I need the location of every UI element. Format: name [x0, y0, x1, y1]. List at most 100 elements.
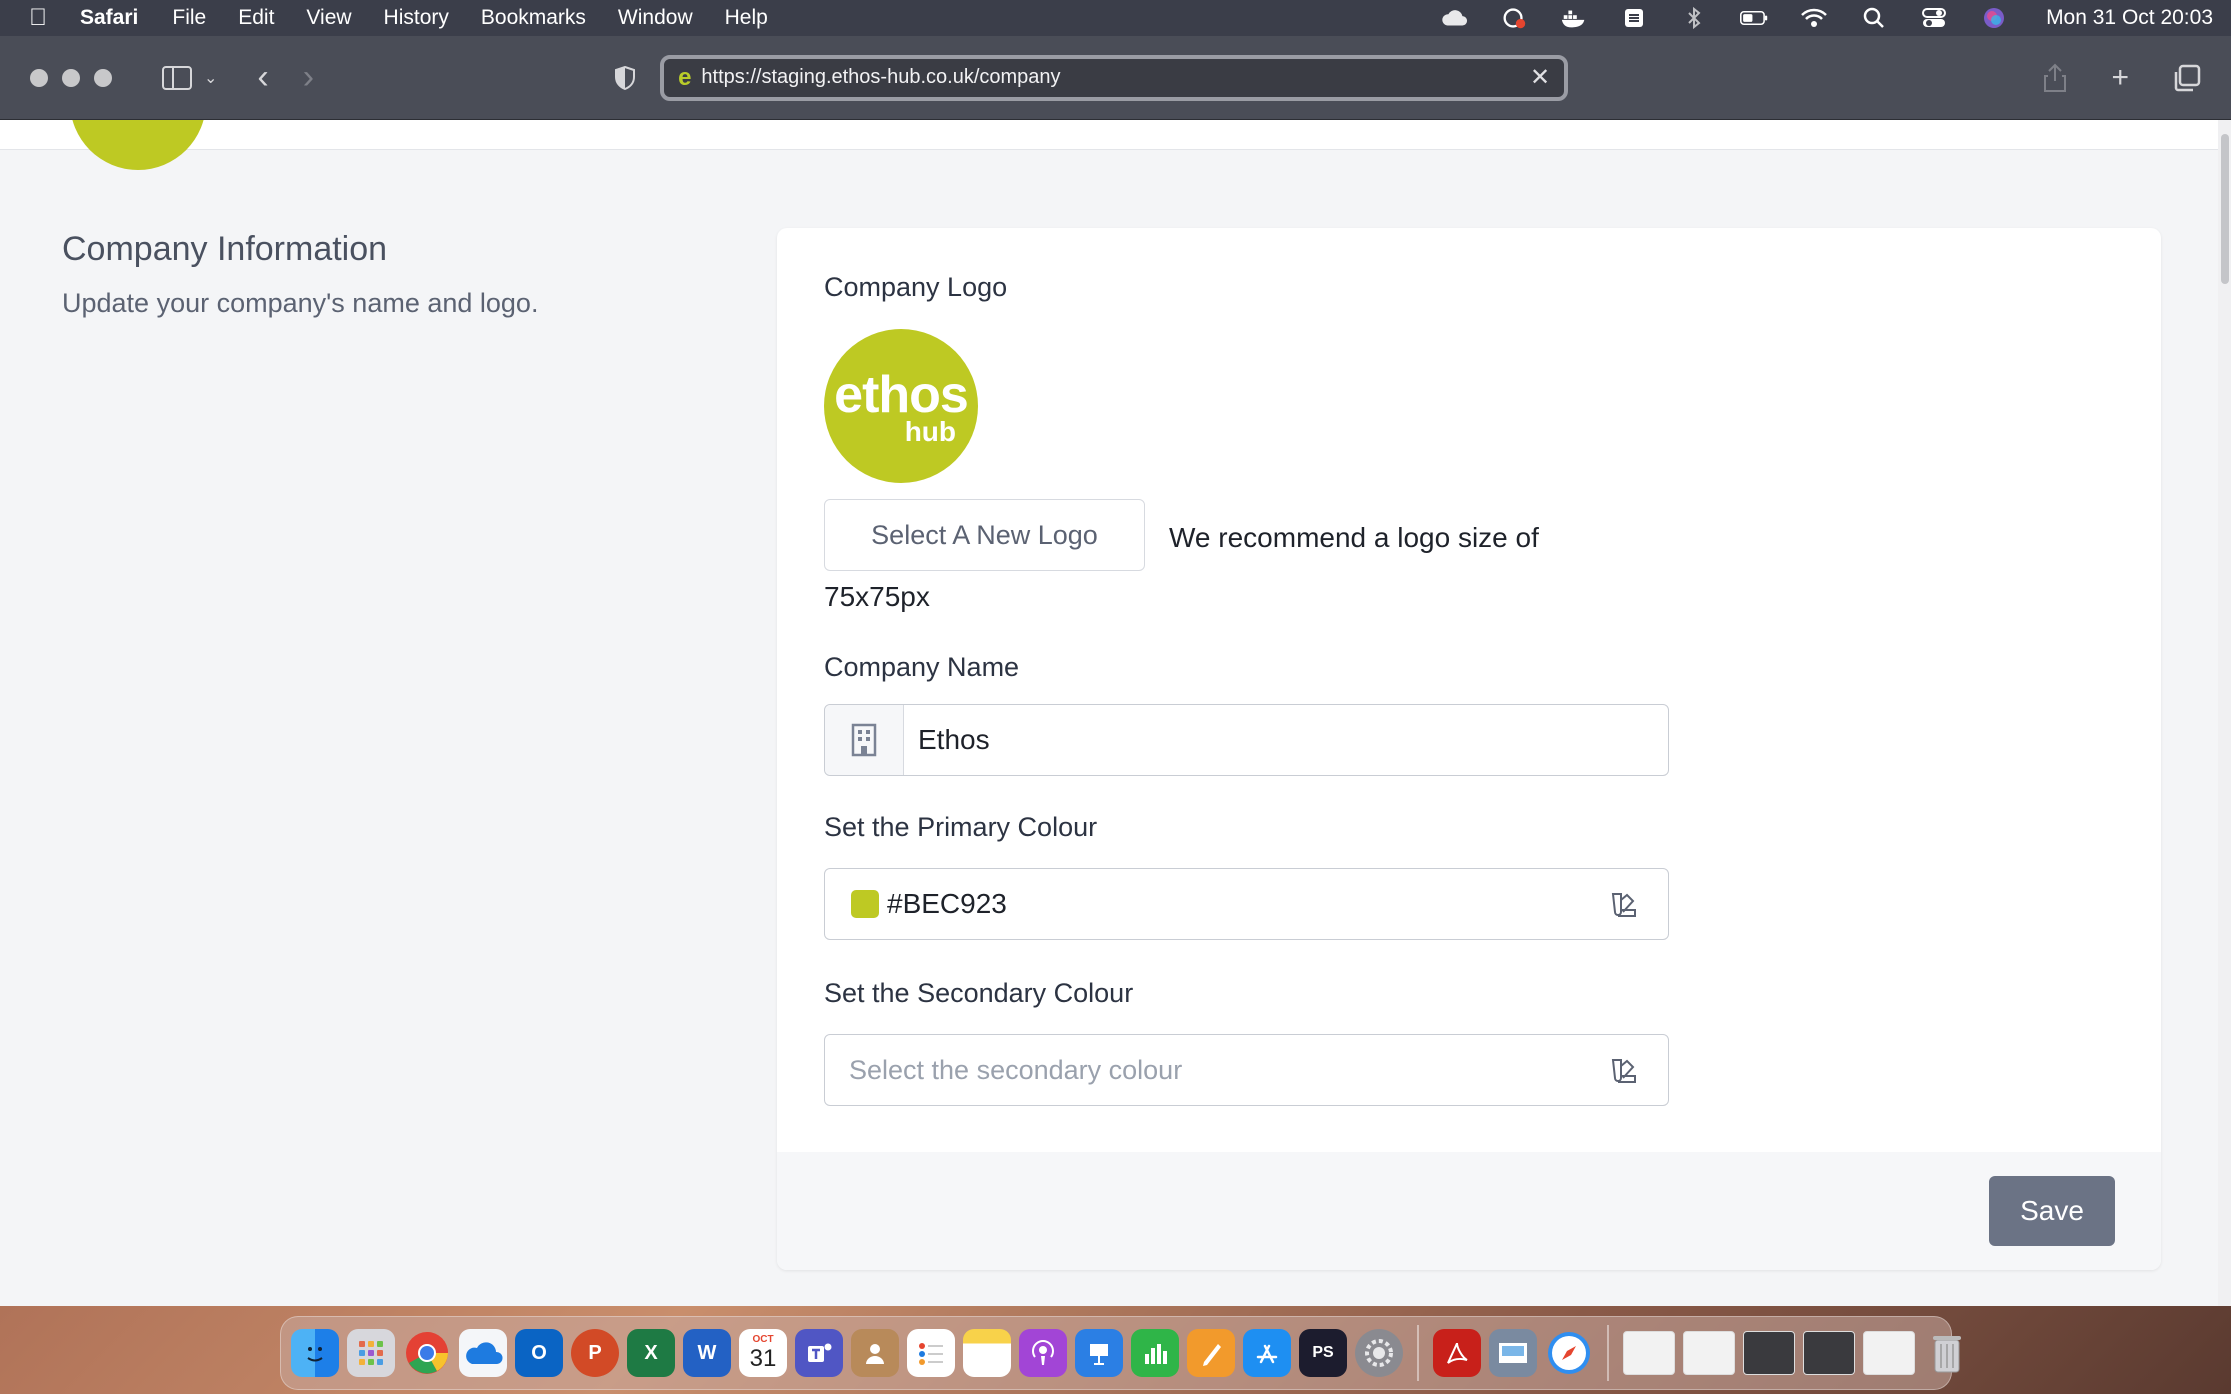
share-icon[interactable] — [2043, 63, 2067, 93]
apple-menu-icon[interactable]:  — [18, 4, 58, 32]
menu-file[interactable]: File — [172, 6, 206, 30]
menu-app-name[interactable]: Safari — [80, 6, 138, 30]
acrobat-icon[interactable] — [1433, 1329, 1481, 1377]
chevron-down-icon[interactable]: ⌄ — [204, 68, 217, 88]
spotlight-icon[interactable] — [1860, 6, 1888, 30]
company-name-input[interactable] — [904, 705, 1668, 775]
building-icon — [825, 705, 904, 775]
dock-minimized-window[interactable] — [1863, 1331, 1915, 1375]
chrome-icon[interactable] — [403, 1329, 451, 1377]
clear-url-icon[interactable]: ✕ — [1530, 63, 1550, 92]
onedrive-icon[interactable] — [459, 1329, 507, 1377]
dock-minimized-window[interactable] — [1623, 1331, 1675, 1375]
primary-colour-label: Set the Primary Colour — [824, 812, 1098, 842]
bluetooth-icon[interactable] — [1680, 6, 1708, 30]
colour-picker-icon[interactable] — [1610, 890, 1638, 918]
web-content: Company Information Update your company'… — [0, 120, 2231, 1306]
keynote-icon[interactable] — [1075, 1329, 1123, 1377]
notes-icon[interactable] — [963, 1329, 1011, 1377]
company-logo-label: Company Logo — [824, 272, 1008, 302]
macos-menu-bar:  Safari File Edit View History Bookmark… — [0, 0, 2231, 36]
secondary-colour-input[interactable]: Select the secondary colour — [824, 1034, 1669, 1106]
menu-bookmarks[interactable]: Bookmarks — [481, 6, 586, 30]
menu-status-area: Mon 31 Oct 20:03 — [1440, 6, 2213, 30]
window-controls — [30, 68, 112, 87]
menu-help[interactable]: Help — [725, 6, 768, 30]
address-bar-url[interactable]: https://staging.ethos-hub.co.uk/company — [701, 66, 1060, 89]
phpstorm-icon[interactable]: PS — [1299, 1329, 1347, 1377]
primary-colour-input[interactable]: #BEC923 — [824, 868, 1669, 940]
colour-picker-icon[interactable] — [1610, 1056, 1638, 1084]
logo-size-hint: We recommend a logo size of — [1169, 522, 1539, 553]
tab-overview-icon[interactable] — [2173, 64, 2201, 92]
back-arrow-icon[interactable]: ‹ — [257, 58, 268, 97]
toolbar-right-actions: + — [2043, 61, 2201, 95]
control-center-icon[interactable] — [1920, 6, 1948, 30]
menu-view[interactable]: View — [306, 6, 351, 30]
calendar-day: 31 — [749, 1345, 777, 1372]
sidebar-toggle-icon[interactable] — [162, 65, 192, 90]
powerpoint-icon[interactable]: P — [571, 1329, 619, 1377]
section-title: Company Information — [62, 230, 388, 268]
save-button[interactable]: Save — [1989, 1176, 2115, 1246]
site-favicon-icon: e — [678, 63, 692, 91]
preview-icon[interactable] — [1489, 1329, 1537, 1377]
scrollbar-thumb[interactable] — [2221, 134, 2229, 284]
dock-minimized-window[interactable] — [1683, 1331, 1735, 1375]
creative-cloud-icon[interactable] — [1500, 6, 1528, 30]
outlook-icon[interactable]: O — [515, 1329, 563, 1377]
reminders-icon[interactable] — [907, 1329, 955, 1377]
forward-arrow-icon[interactable]: › — [303, 58, 314, 97]
menu-edit[interactable]: Edit — [238, 6, 274, 30]
numbers-icon[interactable] — [1131, 1329, 1179, 1377]
form-footer: Save — [777, 1152, 2161, 1270]
company-form-card: Company Logo ethos hub Select A New Logo… — [777, 228, 2161, 1270]
launchpad-icon[interactable] — [347, 1329, 395, 1377]
site-header — [0, 120, 2218, 170]
address-bar[interactable]: e https://staging.ethos-hub.co.uk/compan… — [660, 54, 1569, 101]
dock-separator — [1417, 1325, 1419, 1381]
window-zoom-button[interactable] — [94, 68, 112, 87]
logo-size-hint-value: 75x75px — [824, 581, 930, 612]
header-logo[interactable] — [70, 120, 206, 170]
trash-icon[interactable] — [1923, 1329, 1971, 1377]
excel-icon[interactable]: X — [627, 1329, 675, 1377]
window-minimize-button[interactable] — [62, 68, 80, 87]
dock-minimized-window[interactable] — [1803, 1331, 1855, 1375]
vpn-icon[interactable] — [1620, 6, 1648, 30]
select-new-logo-button[interactable]: Select A New Logo — [824, 499, 1145, 571]
finder-icon[interactable] — [291, 1329, 339, 1377]
siri-icon[interactable] — [1980, 6, 2008, 30]
page-scrollbar[interactable] — [2218, 120, 2231, 1306]
dock-minimized-window[interactable] — [1743, 1331, 1795, 1375]
safari-icon[interactable] — [1545, 1329, 1593, 1377]
menu-clock[interactable]: Mon 31 Oct 20:03 — [2046, 6, 2213, 30]
system-preferences-icon[interactable] — [1355, 1329, 1403, 1377]
section-subtitle: Update your company's name and logo. — [62, 288, 539, 318]
docker-icon[interactable] — [1560, 6, 1588, 30]
menu-history[interactable]: History — [384, 6, 449, 30]
company-logo-preview: ethos hub — [824, 329, 978, 483]
calendar-icon[interactable]: OCT 31 — [739, 1329, 787, 1377]
contacts-icon[interactable] — [851, 1329, 899, 1377]
teams-icon[interactable] — [795, 1329, 843, 1377]
new-tab-icon[interactable]: + — [2111, 61, 2129, 95]
privacy-shield-icon[interactable] — [614, 65, 636, 90]
wifi-icon[interactable] — [1800, 6, 1828, 30]
battery-icon[interactable] — [1740, 6, 1768, 30]
app-store-icon[interactable] — [1243, 1329, 1291, 1377]
menu-window[interactable]: Window — [618, 6, 693, 30]
logo-text-sub: hub — [904, 416, 956, 447]
primary-colour-value: #BEC923 — [887, 888, 1007, 919]
window-close-button[interactable] — [30, 68, 48, 87]
podcasts-icon[interactable] — [1019, 1329, 1067, 1377]
secondary-colour-placeholder: Select the secondary colour — [849, 1054, 1183, 1085]
secondary-colour-label: Set the Secondary Colour — [824, 978, 1134, 1008]
macos-dock: O P X W OCT 31 PS — [280, 1316, 1961, 1390]
icloud-icon[interactable] — [1440, 6, 1468, 30]
primary-colour-swatch — [851, 890, 879, 918]
pages-icon[interactable] — [1187, 1329, 1235, 1377]
word-icon[interactable]: W — [683, 1329, 731, 1377]
browser-toolbar: ⌄ ‹ › e https://staging.ethos-hub.co.uk/… — [0, 36, 2231, 120]
dock-separator — [1607, 1325, 1609, 1381]
